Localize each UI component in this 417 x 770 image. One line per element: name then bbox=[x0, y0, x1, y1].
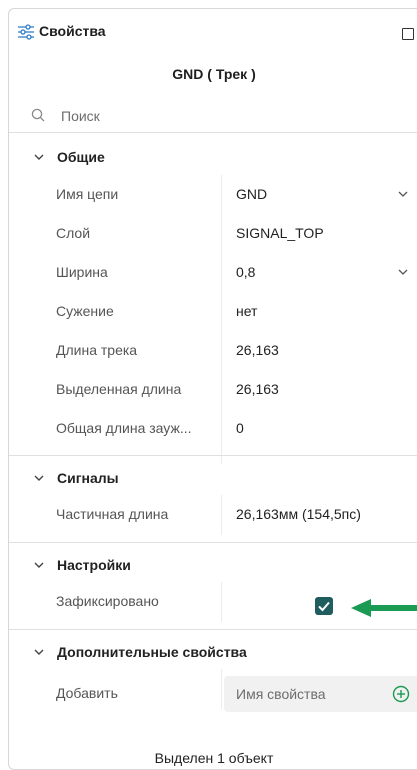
property-label: Общая длина зауж... bbox=[56, 420, 192, 436]
locked-checkbox[interactable] bbox=[315, 597, 333, 615]
divider bbox=[9, 629, 417, 630]
checkmark-icon bbox=[318, 601, 330, 612]
property-label: Слой bbox=[56, 225, 91, 241]
chevron-down-icon[interactable] bbox=[398, 190, 408, 198]
property-label: Сужение bbox=[56, 303, 114, 319]
section-title: Общие bbox=[57, 149, 105, 165]
property-value: 26,163 bbox=[236, 381, 279, 397]
properties-panel: Свойства GND ( Трек ) Общие Имя цепи GND… bbox=[8, 8, 417, 770]
section-title: Настройки bbox=[57, 557, 131, 573]
property-label: Зафиксировано bbox=[56, 593, 159, 609]
panel-titlebar: Свойства bbox=[9, 9, 417, 56]
property-row-partial-length: Частичная длина 26,163мм (154,5пс) bbox=[9, 495, 417, 534]
chevron-down-icon[interactable] bbox=[398, 268, 408, 276]
section-signals-header[interactable]: Сигналы bbox=[9, 464, 417, 492]
property-value: нет bbox=[236, 303, 258, 319]
divider bbox=[9, 455, 417, 456]
square-icon[interactable] bbox=[402, 28, 414, 40]
section-extra-properties-header[interactable]: Дополнительные свойства bbox=[9, 638, 417, 666]
search-icon bbox=[31, 108, 45, 122]
property-label: Ширина bbox=[56, 264, 108, 280]
chevron-down-icon bbox=[34, 649, 44, 655]
section-general-header[interactable]: Общие bbox=[9, 143, 417, 171]
sliders-icon bbox=[18, 24, 34, 40]
property-row-layer: Слой SIGNAL_TOP bbox=[9, 214, 417, 253]
property-value: 26,163 bbox=[236, 342, 279, 358]
divider bbox=[9, 132, 417, 133]
property-value[interactable]: 0,8 bbox=[236, 264, 255, 280]
search-input[interactable] bbox=[61, 106, 391, 126]
property-value[interactable]: GND bbox=[236, 186, 267, 202]
property-row-track-length: Длина трека 26,163 bbox=[9, 331, 417, 370]
chevron-down-icon bbox=[34, 154, 44, 160]
section-title: Дополнительные свойства bbox=[57, 644, 247, 660]
property-label: Добавить bbox=[56, 685, 118, 701]
section-title: Сигналы bbox=[57, 470, 119, 486]
property-row-net-name[interactable]: Имя цепи GND bbox=[9, 175, 417, 214]
property-label: Выделенная длина bbox=[56, 381, 182, 397]
property-name-input[interactable]: Имя свойства bbox=[224, 676, 417, 712]
property-label: Частичная длина bbox=[56, 506, 169, 522]
panel-title: Свойства bbox=[39, 23, 106, 39]
property-row-taper: Сужение нет bbox=[9, 292, 417, 331]
property-row-total-taper-length: Общая длина зауж... 0 bbox=[9, 409, 417, 448]
chevron-down-icon bbox=[34, 562, 44, 568]
selected-object-name: GND ( Трек ) bbox=[172, 66, 256, 82]
property-name-placeholder: Имя свойства bbox=[236, 686, 326, 702]
property-row-width[interactable]: Ширина 0,8 bbox=[9, 253, 417, 292]
property-label: Длина трека bbox=[56, 342, 138, 358]
arrow-left-icon bbox=[351, 599, 417, 617]
search-box[interactable] bbox=[17, 98, 417, 134]
section-settings-header[interactable]: Настройки bbox=[9, 551, 417, 579]
property-value: 0 bbox=[236, 420, 244, 436]
divider bbox=[9, 542, 417, 543]
property-label: Имя цепи bbox=[56, 186, 119, 202]
selection-status: Выделен 1 объект bbox=[154, 750, 274, 766]
property-row-selected-length: Выделенная длина 26,163 bbox=[9, 370, 417, 409]
property-value: SIGNAL_TOP bbox=[236, 225, 324, 241]
chevron-down-icon bbox=[34, 475, 44, 481]
plus-circle-icon[interactable] bbox=[392, 685, 410, 703]
property-value: 26,163мм (154,5пс) bbox=[236, 506, 361, 522]
